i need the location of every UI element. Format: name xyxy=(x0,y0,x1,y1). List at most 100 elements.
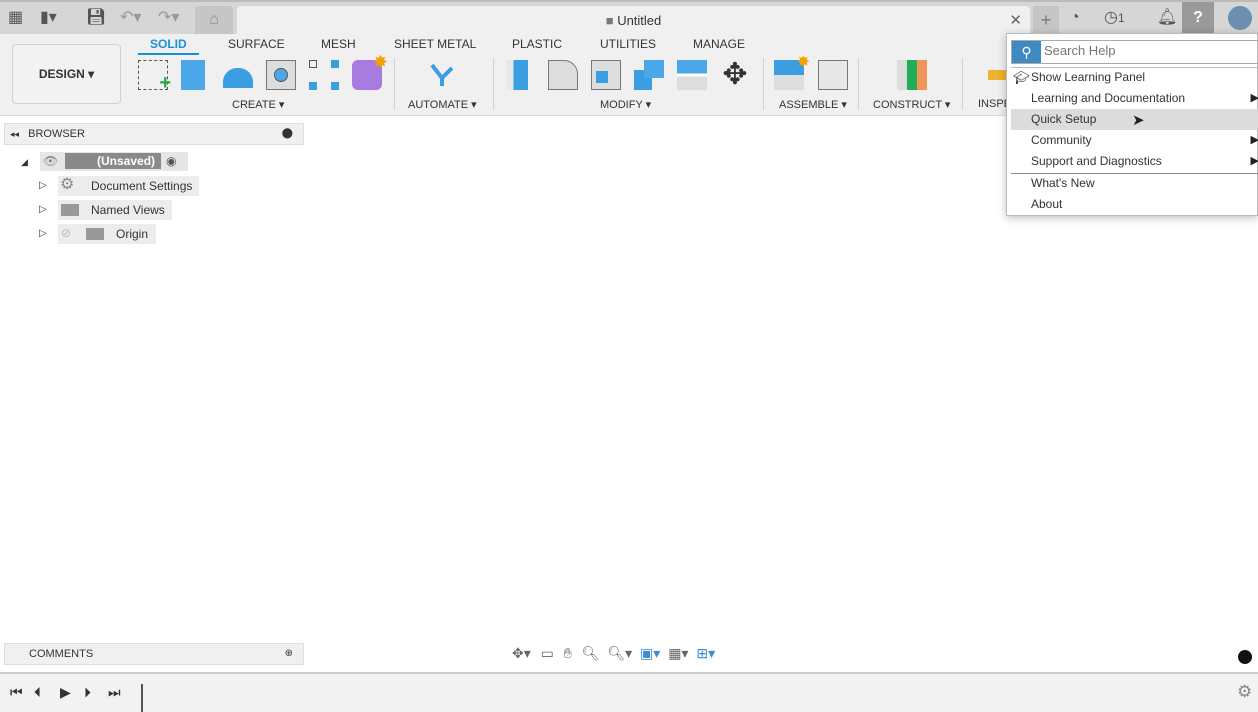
assemble-menu[interactable]: ASSEMBLE ▾ xyxy=(779,98,847,111)
tab-sheet-metal[interactable]: SHEET METAL xyxy=(394,37,476,51)
root-label: (Unsaved) xyxy=(65,153,161,169)
search-icon: ⚲ xyxy=(1012,41,1041,63)
submenu-arrow-icon: ▶ xyxy=(1250,92,1258,104)
tab-mesh[interactable]: MESH xyxy=(321,37,356,51)
comments-panel-header[interactable]: COMMENTS ⊕ xyxy=(4,643,304,665)
hidden-eye-icon[interactable]: ⊘ xyxy=(61,224,71,242)
zoom-window-icon[interactable]: 🔍︎▾ xyxy=(607,645,632,661)
tab-plastic[interactable]: PLASTIC xyxy=(512,37,562,51)
play-icon[interactable]: ▶ xyxy=(60,674,71,710)
navigation-bar: ✥▾ ▭ ✋︎ 🔍︎ 🔍︎▾ ▣▾ ▦▾ ⊞▾ xyxy=(512,642,752,664)
close-tab-icon[interactable]: ✕ xyxy=(1009,11,1022,29)
activate-radio-icon[interactable]: ◉ xyxy=(166,152,176,170)
joint-icon[interactable] xyxy=(818,60,848,90)
bell-icon[interactable]: 🔔︎ xyxy=(1157,8,1177,28)
tab-manage[interactable]: MANAGE xyxy=(693,37,745,51)
divider xyxy=(493,58,494,110)
menu-item-show-learning-panel[interactable]: 🎓︎ Show Learning Panel xyxy=(1011,67,1258,88)
step-forward-icon[interactable]: ⏵ xyxy=(84,674,91,710)
folder-icon xyxy=(86,228,104,240)
hole-icon[interactable] xyxy=(266,60,296,90)
step-back-icon[interactable]: ⏴ xyxy=(34,674,41,710)
form-icon[interactable]: ✸ xyxy=(352,52,388,90)
document-title: Untitled xyxy=(617,13,662,28)
pattern-icon[interactable] xyxy=(309,60,339,90)
pan-icon[interactable]: ✋︎ xyxy=(564,645,572,661)
browser-root-node[interactable]: 👁︎ (Unsaved) ◉ xyxy=(40,152,188,171)
press-pull-icon[interactable] xyxy=(506,60,528,90)
document-tab[interactable]: ■ Untitled ✕ xyxy=(237,6,1030,36)
menu-item-learning-and-documentation[interactable]: Learning and Documentation ▶ xyxy=(1011,88,1258,109)
tab-utilities[interactable]: UTILITIES xyxy=(600,37,656,51)
automate-menu[interactable]: AUTOMATE ▾ xyxy=(408,98,477,111)
create-sketch-icon[interactable]: + xyxy=(138,60,171,94)
measure-icon[interactable] xyxy=(988,70,1008,80)
workspace-switcher[interactable]: DESIGN ▾ xyxy=(12,44,121,104)
submenu-arrow-icon: ▶ xyxy=(1250,134,1258,146)
extrude-icon[interactable] xyxy=(181,60,205,90)
go-to-end-icon[interactable]: ⏭ xyxy=(108,674,121,710)
graduation-cap-icon: 🎓︎ xyxy=(1013,70,1030,85)
submenu-arrow-icon: ▶ xyxy=(1250,155,1258,167)
divider xyxy=(962,58,963,110)
add-comment-icon[interactable]: ⊕ xyxy=(285,644,293,664)
pin-icon[interactable]: ⬤ xyxy=(282,124,293,144)
redo-icon[interactable]: ↷▾ xyxy=(158,8,179,28)
home-tab-icon[interactable]: ⌂ xyxy=(195,6,233,36)
search-help-input[interactable] xyxy=(1044,43,1254,58)
eye-icon[interactable]: 👁︎ xyxy=(43,152,58,170)
offset-plane-icon[interactable] xyxy=(897,60,927,90)
job-status-icon[interactable]: ◔ xyxy=(1070,8,1080,28)
user-avatar[interactable] xyxy=(1228,6,1252,30)
menu-item-about[interactable]: About xyxy=(1011,194,1258,215)
timeline-marker[interactable] xyxy=(141,684,143,712)
browser-item-named-views[interactable]: Named Views xyxy=(58,200,172,220)
combine-icon[interactable] xyxy=(634,60,664,90)
menu-item-whats-new[interactable]: What's New xyxy=(1011,173,1258,194)
construct-menu[interactable]: CONSTRUCT ▾ xyxy=(873,98,950,111)
file-menu-icon[interactable]: ▮▾ xyxy=(40,8,57,28)
revolve-icon[interactable] xyxy=(223,68,253,88)
timeline-settings-gear-icon[interactable]: ⚙ xyxy=(1237,674,1252,710)
expand-arrow-icon[interactable]: ▷ xyxy=(39,177,47,195)
menu-item-community[interactable]: Community ▶ xyxy=(1011,130,1258,151)
collapse-panel-icon[interactable]: ◂◂ xyxy=(10,129,19,139)
grid-settings-icon[interactable]: ▦▾ xyxy=(668,645,688,661)
save-icon[interactable]: 💾︎ xyxy=(86,8,106,28)
fillet-icon[interactable] xyxy=(548,60,578,90)
modify-menu[interactable]: MODIFY ▾ xyxy=(600,98,651,111)
create-menu[interactable]: CREATE ▾ xyxy=(232,98,284,111)
automate-icon[interactable] xyxy=(427,60,457,90)
move-icon[interactable]: ✥ xyxy=(720,60,750,90)
new-component-icon[interactable]: ✸ xyxy=(774,54,810,90)
tab-solid[interactable]: SOLID xyxy=(138,37,199,55)
display-settings-icon[interactable]: ▣▾ xyxy=(640,645,660,661)
zoom-icon[interactable]: 🔍︎ xyxy=(582,645,600,661)
collapse-arrow-icon[interactable]: ◢ xyxy=(21,153,28,171)
apps-grid-icon[interactable]: ▦ xyxy=(8,8,23,28)
split-body-icon[interactable] xyxy=(677,60,707,90)
browser-title: BROWSER xyxy=(28,128,85,140)
viewports-icon[interactable]: ⊞▾ xyxy=(696,645,715,661)
new-tab-plus-icon[interactable]: + xyxy=(1033,6,1059,36)
orbit-icon[interactable]: ✥▾ xyxy=(512,645,531,661)
search-help-field[interactable]: ⚲ xyxy=(1011,40,1258,64)
go-to-start-icon[interactable]: ⏮ xyxy=(10,674,23,710)
browser-panel-header[interactable]: ◂◂ BROWSER ⬤ xyxy=(4,123,304,145)
help-icon[interactable]: ? xyxy=(1182,2,1214,34)
browser-item-document-settings[interactable]: ⚙ Document Settings xyxy=(58,176,199,196)
tab-surface[interactable]: SURFACE xyxy=(228,37,285,51)
shell-icon[interactable] xyxy=(591,60,621,90)
browser-item-origin[interactable]: ⊘ Origin xyxy=(58,224,156,244)
look-at-icon[interactable]: ▭ xyxy=(541,645,554,661)
undo-icon[interactable]: ↶▾ xyxy=(120,8,141,28)
clock-icon[interactable]: ◷1 xyxy=(1104,8,1125,28)
notification-count: 1 xyxy=(1117,11,1125,25)
cube-icon: ■ xyxy=(605,13,618,28)
menu-item-support-and-diagnostics[interactable]: Support and Diagnostics ▶ xyxy=(1011,151,1258,172)
folder-icon xyxy=(61,204,79,216)
divider xyxy=(858,58,859,110)
expand-arrow-icon[interactable]: ▷ xyxy=(39,225,47,243)
expand-arrow-icon[interactable]: ▷ xyxy=(39,201,47,219)
comments-title: COMMENTS xyxy=(29,648,94,660)
